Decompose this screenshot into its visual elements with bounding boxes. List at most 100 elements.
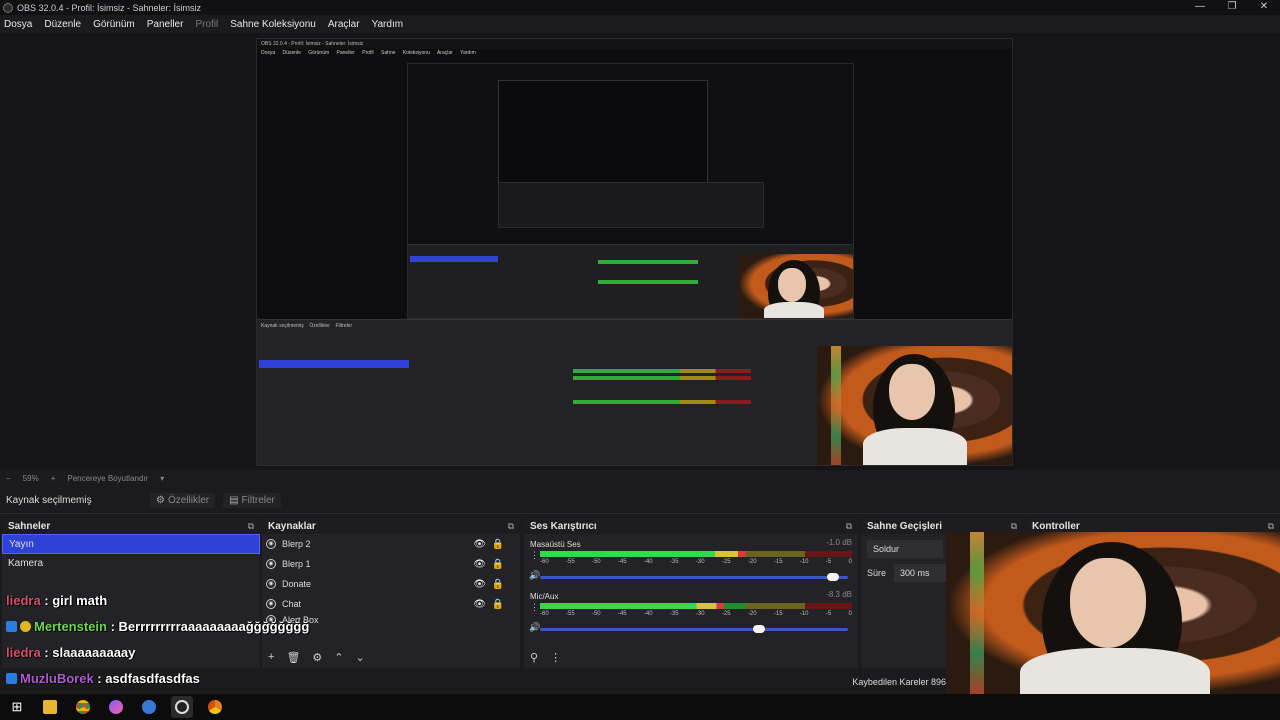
meter-tick: -35 bbox=[669, 559, 679, 565]
zoom-mode[interactable]: Pencereye Boyutlandır bbox=[67, 474, 148, 483]
window-controls: — ❐ ✕ bbox=[1184, 0, 1280, 15]
properties-label: Özellikler bbox=[167, 495, 210, 506]
windows-start-icon[interactable]: ⊞ bbox=[6, 696, 28, 718]
add-source-icon[interactable]: + bbox=[268, 651, 274, 664]
lock-icon[interactable]: 🔒 bbox=[492, 599, 504, 610]
settings-icon[interactable] bbox=[138, 696, 160, 718]
warning-badge-icon bbox=[20, 621, 31, 632]
browser-source-icon: ◉ bbox=[266, 599, 276, 609]
meter-tick: -50 bbox=[591, 611, 601, 617]
nested-webcam-1 bbox=[817, 346, 1012, 465]
menu-view[interactable]: Görünüm bbox=[93, 19, 135, 30]
chat-text: : slaaaaaaaaay bbox=[40, 645, 136, 660]
undock-icon[interactable]: ⧉ bbox=[846, 521, 852, 532]
lock-icon[interactable]: 🔒 bbox=[492, 539, 504, 550]
transitions-title: Sahne Geçişleri bbox=[867, 520, 943, 532]
no-source-selected: Kaynak seçilmemiş bbox=[6, 495, 92, 506]
nested-webcam-2 bbox=[738, 254, 853, 318]
sources-dock: Kaynaklar ⧉ ◉ Blerp 2 👁 🔒 ◉ Blerp 1 👁 🔒 ◉ Donate… bbox=[262, 518, 520, 668]
messenger-icon[interactable] bbox=[105, 696, 127, 718]
chat-username: Mertenstein bbox=[34, 619, 107, 634]
obs-icon[interactable] bbox=[171, 696, 193, 718]
menu-edit[interactable]: Düzenle bbox=[44, 19, 81, 30]
source-label: Blerp 2 bbox=[282, 539, 311, 549]
source-item[interactable]: ◉ Donate 👁 🔒 bbox=[262, 574, 520, 594]
link-icon[interactable]: ⚲ bbox=[530, 651, 538, 664]
speaker-icon[interactable]: 🔊 bbox=[529, 622, 540, 633]
chevron-down-icon[interactable]: ▾ bbox=[160, 474, 164, 483]
chrome-icon[interactable] bbox=[72, 696, 94, 718]
speaker-icon[interactable]: 🔊 bbox=[529, 570, 540, 581]
undock-icon[interactable]: ⧉ bbox=[1268, 521, 1274, 532]
minimize-button[interactable]: — bbox=[1184, 0, 1216, 15]
meter-tick: 0 bbox=[848, 559, 852, 565]
lock-icon[interactable]: 🔒 bbox=[492, 559, 504, 570]
meter-level bbox=[540, 603, 725, 609]
close-button[interactable]: ✕ bbox=[1248, 0, 1280, 15]
meter-tick: -20 bbox=[747, 611, 757, 617]
chevron-down-icon[interactable]: ⌄ bbox=[356, 651, 365, 664]
volume-slider[interactable] bbox=[540, 625, 848, 633]
dropped-frames: Kaybedilen Kareler 896 bbox=[852, 677, 946, 687]
chat-message: Mertenstein : Berrrrrrrrraaaaaaaaağğğğğğ… bbox=[6, 619, 309, 634]
eye-icon[interactable]: 👁 bbox=[473, 539, 486, 550]
obs-app-icon bbox=[3, 2, 13, 13]
channel-menu-icon[interactable]: ⋮ bbox=[530, 550, 539, 561]
mixer-channel: Mic/Aux -8.3 dB ⋮ -60 -55 -50 -45 -40 -35 -30-… bbox=[524, 586, 858, 638]
menu-docks[interactable]: Paneller bbox=[147, 19, 184, 30]
volume-knob[interactable] bbox=[752, 625, 765, 633]
meter-tick: 0 bbox=[848, 611, 852, 617]
eye-icon[interactable]: 👁 bbox=[473, 579, 486, 590]
meter-tick: -50 bbox=[591, 559, 601, 565]
duration-label: Süre bbox=[867, 568, 887, 578]
source-item[interactable]: ◉ Blerp 1 👁 🔒 bbox=[262, 554, 520, 574]
lock-icon[interactable]: 🔒 bbox=[492, 579, 504, 590]
controls-title: Kontroller bbox=[1032, 520, 1080, 532]
menu-scene-collection[interactable]: Sahne Koleksiyonu bbox=[230, 19, 316, 30]
volume-slider[interactable] bbox=[540, 573, 848, 581]
meter-tick: -5 bbox=[825, 611, 832, 617]
menu-profile[interactable]: Profil bbox=[195, 19, 218, 30]
zoom-in-button[interactable]: + bbox=[51, 474, 56, 483]
zoom-out-button[interactable]: − bbox=[6, 474, 11, 483]
channel-menu-icon[interactable]: ⋮ bbox=[530, 602, 539, 613]
filters-button[interactable]: ▤ Filtreler bbox=[223, 493, 281, 508]
chat-username: liedra bbox=[6, 645, 41, 660]
chevron-up-icon[interactable]: ⌃ bbox=[334, 651, 343, 664]
undock-icon[interactable]: ⧉ bbox=[248, 521, 254, 532]
maximize-button[interactable]: ❐ bbox=[1216, 0, 1248, 15]
menu-help[interactable]: Yardım bbox=[372, 19, 404, 30]
trash-icon[interactable]: 🗑 bbox=[286, 651, 300, 664]
meter-tick: -35 bbox=[669, 611, 679, 617]
menu-dots-icon[interactable]: ⋮ bbox=[550, 651, 561, 664]
volume-knob[interactable] bbox=[826, 573, 839, 581]
scene-item-yayin[interactable]: Yayın bbox=[2, 534, 260, 554]
gear-icon: ⚙ bbox=[156, 495, 165, 506]
file-explorer-icon[interactable] bbox=[39, 696, 61, 718]
browser-source-icon: ◉ bbox=[266, 559, 276, 569]
menu-file[interactable]: Dosya bbox=[4, 19, 32, 30]
mixer-title: Ses Karıştırıcı bbox=[530, 520, 597, 532]
menu-tools[interactable]: Araçlar bbox=[328, 19, 360, 30]
meter-tick: -45 bbox=[617, 559, 627, 565]
chat-text: : girl math bbox=[40, 593, 108, 608]
undock-icon[interactable]: ⧉ bbox=[1011, 521, 1017, 532]
eye-icon[interactable]: 👁 bbox=[473, 559, 486, 570]
eye-icon[interactable]: 👁 bbox=[473, 599, 486, 610]
mixer-channel: Masaüstü Ses -1.0 dB ⋮ -60 -55 -50 -45 -40 -3… bbox=[524, 534, 858, 586]
chrome-canary-icon[interactable] bbox=[204, 696, 226, 718]
meter-tick: -60 bbox=[540, 559, 549, 565]
source-item[interactable]: ◉ Chat 👁 🔒 bbox=[262, 594, 520, 614]
window-title: OBS 32.0.4 - Profil: İsimsiz - Sahneler:… bbox=[17, 2, 202, 13]
title-bar: OBS 32.0.4 - Profil: İsimsiz - Sahneler:… bbox=[0, 0, 1280, 15]
channel-name: Mic/Aux bbox=[530, 592, 559, 601]
scene-item-kamera[interactable]: Kamera bbox=[2, 554, 260, 574]
undock-icon[interactable]: ⧉ bbox=[508, 521, 514, 532]
filters-label: Filtreler bbox=[241, 495, 275, 506]
gear-icon[interactable]: ⚙ bbox=[312, 651, 322, 664]
source-item[interactable]: ◉ Blerp 2 👁 🔒 bbox=[262, 534, 520, 554]
nested-docks: Kaynak seçilmemiş Özellikler Filtreler bbox=[257, 319, 1012, 465]
transition-select[interactable]: Soldur bbox=[867, 540, 943, 558]
properties-button[interactable]: ⚙ Özellikler bbox=[150, 493, 216, 508]
meter-tick: -55 bbox=[565, 611, 575, 617]
